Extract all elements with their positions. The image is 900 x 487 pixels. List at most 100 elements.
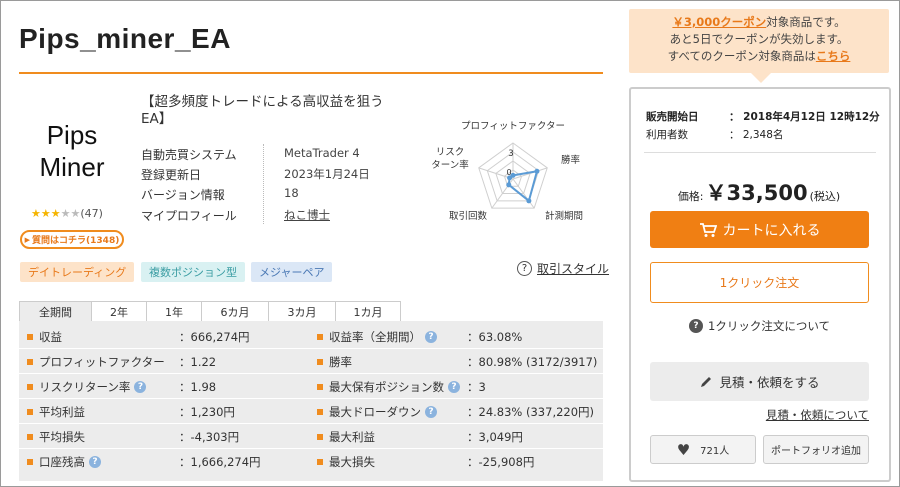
row-divider xyxy=(19,373,603,374)
stat-value: ：1,230円 xyxy=(179,404,235,419)
info-divider xyxy=(263,144,264,224)
stats-row: 勝率 ：80.98% (3172/3917) xyxy=(317,349,597,374)
tab-6-months[interactable]: 6カ月 xyxy=(201,301,269,322)
info-label-system: 自動売買システム xyxy=(141,148,237,162)
stat-label: 最大保有ポジション数 xyxy=(329,379,444,394)
cart-icon xyxy=(699,222,717,237)
radar-label-winrate: 勝率 xyxy=(561,154,581,166)
stats-table: 収益 ：666,274円 プロフィットファクター ：1.22 リスクリターン率? ：1.9… xyxy=(19,321,603,481)
radar-point xyxy=(526,198,532,204)
one-click-about-link[interactable]: ? 1クリック注文について xyxy=(650,318,869,334)
profile-link[interactable]: ねこ博士 xyxy=(284,207,330,223)
estimate-about-link[interactable]: 見積・依頼について xyxy=(650,407,869,423)
row-divider xyxy=(19,423,603,424)
stat-label: 最大損失 xyxy=(329,454,375,469)
stats-row: 収益率（全期間）? ：63.08% xyxy=(317,324,597,349)
bullet-square-icon xyxy=(27,358,33,365)
heart-icon: ♥ xyxy=(676,440,691,459)
rating-count: (47) xyxy=(80,207,103,220)
coupon-line3: すべてのクーポン対象商品は xyxy=(667,49,816,63)
tag-multi-position[interactable]: 複数ポジション型 xyxy=(141,262,245,282)
logo-line-1: Pips xyxy=(46,120,98,150)
add-to-cart-button[interactable]: カートに入れる xyxy=(650,211,869,248)
row-divider xyxy=(19,348,603,349)
tab-2-years[interactable]: 2年 xyxy=(91,301,147,322)
stats-row: 平均利益 ：1,230円 xyxy=(27,399,307,424)
rating: ★★★★★ (47) xyxy=(31,207,103,220)
title-divider xyxy=(19,72,603,74)
radar-scale-max: 3 xyxy=(508,149,513,159)
tag-major-pair[interactable]: メジャーペア xyxy=(251,262,333,282)
stats-row: 平均損失 ：-4,303円 xyxy=(27,424,307,449)
info-value-updated: 2023年1月24日 xyxy=(284,167,370,181)
stat-label: 口座残高 xyxy=(39,454,85,469)
stat-value: ：80.98% (3172/3917) xyxy=(467,354,598,369)
price: 価格: ￥33,500 (税込) xyxy=(649,177,869,207)
help-icon[interactable]: ? xyxy=(134,380,147,393)
bullet-square-icon xyxy=(317,433,323,440)
star-icon: ★ xyxy=(40,207,51,220)
bullet-square-icon xyxy=(27,458,33,465)
tab-all-period[interactable]: 全期間 xyxy=(19,301,92,322)
rating-stars: ★★★★★ xyxy=(31,207,80,220)
bullet-square-icon xyxy=(317,333,323,340)
help-icon[interactable]: ? xyxy=(448,380,460,393)
help-icon[interactable]: ? xyxy=(425,405,437,418)
help-icon[interactable]: ? xyxy=(89,455,101,468)
radar-label-period: 計測期間 xyxy=(545,210,583,222)
product-description: 【超多頻度トレードによる高収益を狙うEA】 xyxy=(141,94,384,127)
radar-label-pf: プロフィットファクター xyxy=(461,121,565,132)
stat-value: ：666,274円 xyxy=(179,329,250,344)
stats-row: 最大損失 ：-25,908円 xyxy=(317,449,597,474)
coupon-banner: ￥3,000クーポン対象商品です。 あと5日でクーポンが失効します。 すべてのク… xyxy=(629,9,889,73)
one-click-order-button[interactable]: 1クリック注文 xyxy=(650,262,869,303)
stat-label: 平均利益 xyxy=(39,404,85,419)
stat-label: 勝率 xyxy=(329,354,352,369)
help-icon[interactable]: ? xyxy=(425,330,437,343)
tab-1-year[interactable]: 1年 xyxy=(146,301,202,322)
stat-label: 収益 xyxy=(39,329,62,344)
price-label: 価格: xyxy=(677,190,704,203)
logo-line-2: Miner xyxy=(39,152,105,182)
add-portfolio-button[interactable]: ポートフォリオ追加 xyxy=(763,435,869,464)
stat-value: ：3,049円 xyxy=(467,429,523,444)
tab-1-month[interactable]: 1カ月 xyxy=(335,301,401,322)
period-tabs: 全期間 2年 1年 6カ月 3カ月 1カ月 xyxy=(19,301,401,322)
bullet-square-icon xyxy=(317,358,323,365)
radar-label-risk-line2: ターン率 xyxy=(431,159,469,171)
row-divider xyxy=(19,448,603,449)
qa-button[interactable]: ▶ 質問はコチラ(1348) xyxy=(20,230,124,249)
info-label-profile: マイプロフィール xyxy=(141,209,237,223)
stat-value: ：-4,303円 xyxy=(179,429,240,444)
bullet-square-icon xyxy=(317,383,323,390)
meta-divider xyxy=(644,152,876,153)
stat-label: 最大利益 xyxy=(329,429,375,444)
question-icon: ? xyxy=(517,261,532,276)
tab-3-months[interactable]: 3カ月 xyxy=(268,301,336,322)
tag-daytrading[interactable]: デイトレーディング xyxy=(20,262,135,282)
favorite-button[interactable]: ♥ 721人 xyxy=(650,435,756,464)
star-icon: ★ xyxy=(50,207,61,220)
pencil-icon xyxy=(701,376,712,387)
bullet-square-icon xyxy=(317,408,323,415)
coupon-line2: あと5日でクーポンが失効します。 xyxy=(669,32,849,46)
estimate-label: 見積・依頼をする xyxy=(719,375,820,390)
stats-row: 最大利益 ：3,049円 xyxy=(317,424,597,449)
estimate-request-button[interactable]: 見積・依頼をする xyxy=(650,362,869,401)
coupon-list-link[interactable]: こちら xyxy=(816,49,851,63)
radar-scale-min: 0 xyxy=(506,168,511,177)
coupon-amount-link[interactable]: ￥3,000クーポン xyxy=(672,15,766,29)
bullet-square-icon xyxy=(27,408,33,415)
stat-value: ：1.98 xyxy=(179,379,217,394)
trade-style-link[interactable]: ? 取引スタイル xyxy=(517,260,609,277)
info-label-updated: 登録更新日 xyxy=(141,168,202,182)
trade-style-label: 取引スタイル xyxy=(537,262,610,276)
info-label-version: バージョン情報 xyxy=(141,188,225,202)
radar-chart: プロフィットファクター 勝率 計測期間 取引回数 リスク ターン率 3 0 xyxy=(431,121,583,222)
add-to-cart-label: カートに入れる xyxy=(722,222,821,239)
price-value: ￥33,500 xyxy=(705,181,808,205)
bullet-square-icon xyxy=(317,458,323,465)
coupon-line1-rest: 対象商品です。 xyxy=(766,15,846,29)
stats-row: リスクリターン率? ：1.98 xyxy=(27,374,307,399)
sale-start-value: ： 2018年4月12日 12時12分 xyxy=(729,111,880,123)
